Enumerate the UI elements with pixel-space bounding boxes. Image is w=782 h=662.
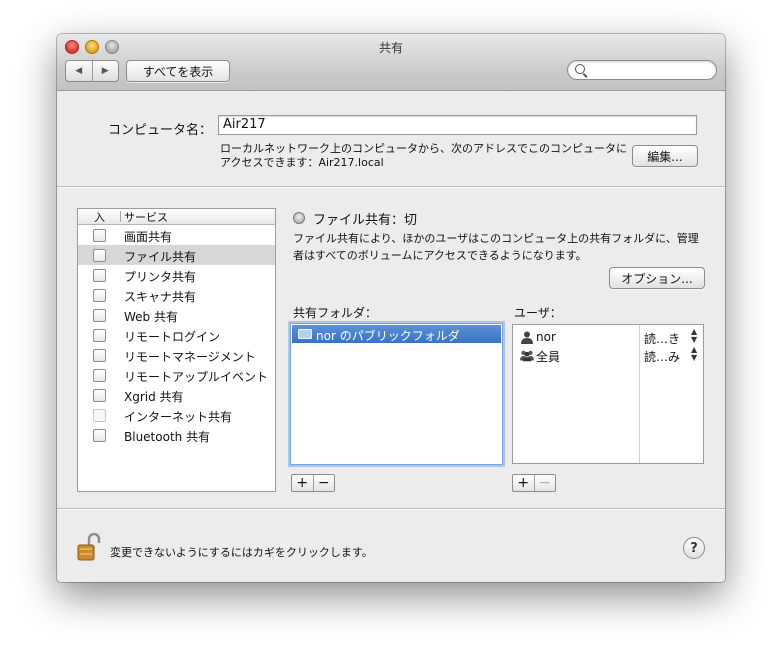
service-checkbox[interactable] [93, 349, 106, 362]
help-button[interactable]: ? [683, 537, 705, 559]
service-row-remote-apple-events[interactable]: リモートアップルイベント [78, 365, 275, 385]
column-separator [120, 211, 121, 222]
service-row-screen-sharing[interactable]: 画面共有 [78, 225, 275, 245]
service-row-xgrid-sharing[interactable]: Xgrid 共有 [78, 385, 275, 405]
service-checkbox[interactable] [93, 249, 106, 262]
service-checkbox[interactable] [93, 389, 106, 402]
person-icon [521, 331, 533, 344]
service-label: ファイル共有 [124, 250, 197, 264]
section-divider [57, 186, 725, 188]
description-line-2: 者はすべてのボリュームにアクセスできるようになります。 [293, 249, 587, 262]
forward-arrow-icon: ▶ [101, 66, 109, 76]
service-row-remote-management[interactable]: リモートマネージメント [78, 345, 275, 365]
services-list: 入 サービス 画面共有 ファイル共有 プリンタ共有 スキャナ共有 Web 共有 … [77, 208, 276, 492]
column-header-on[interactable]: 入 [94, 209, 105, 225]
list-item[interactable]: nor のパブリックフォルダ [292, 325, 501, 343]
up-down-arrows-icon[interactable]: ▲ ▼ [691, 328, 697, 344]
shared-folders-label: 共有フォルダ： [293, 306, 378, 320]
permission-value[interactable]: 読…み [644, 348, 680, 365]
users-list[interactable]: nor 読…き ▲ ▼ 全員 読…み ▲ ▼ [512, 324, 704, 464]
service-label: リモートアップルイベント [124, 370, 269, 384]
sharing-window: 共有 ◀ ▶ すべてを表示 コンピュータ名： Air217 ローカルネットワーク… [57, 34, 725, 582]
file-sharing-description: ファイル共有により、ほかのユーザはこのコンピュータ上の共有フォルダに、管理 者は… [293, 230, 709, 264]
column-header-service[interactable]: サービス [124, 209, 168, 225]
service-label: インターネット共有 [124, 410, 233, 424]
service-label: 画面共有 [124, 230, 173, 244]
service-checkbox[interactable] [93, 229, 106, 242]
service-row-scanner-sharing[interactable]: スキャナ共有 [78, 285, 275, 305]
folder-name: nor のパブリックフォルダ [316, 329, 460, 343]
service-label: Web 共有 [124, 310, 178, 324]
up-down-arrows-icon[interactable]: ▲ ▼ [691, 346, 697, 362]
show-all-button[interactable]: すべてを表示 [126, 60, 230, 82]
service-row-internet-sharing[interactable]: インターネット共有 [78, 405, 275, 425]
table-row[interactable]: 全員 読…み ▲ ▼ [513, 346, 703, 364]
service-label: Bluetooth 共有 [124, 430, 211, 444]
services-list-header: 入 サービス [78, 209, 275, 225]
shared-folders-list[interactable]: nor のパブリックフォルダ [290, 323, 503, 465]
service-label: プリンタ共有 [124, 270, 197, 284]
service-checkbox[interactable] [93, 309, 106, 322]
service-checkbox[interactable] [93, 269, 106, 282]
service-label: リモートマネージメント [124, 350, 256, 364]
title-bar: 共有 ◀ ▶ すべてを表示 [57, 34, 725, 91]
forward-button[interactable]: ▶ [91, 61, 119, 81]
service-row-printer-sharing[interactable]: プリンタ共有 [78, 265, 275, 285]
service-checkbox[interactable] [93, 369, 106, 382]
user-name: 全員 [536, 350, 561, 364]
search-field[interactable] [567, 60, 717, 80]
description-line-1: ファイル共有により、ほかのユーザはこのコンピュータ上の共有フォルダに、管理 [293, 232, 699, 245]
user-name: nor [536, 330, 556, 344]
group-icon [520, 350, 534, 362]
remove-folder-button[interactable]: − [312, 475, 335, 491]
options-button[interactable]: オプション... [609, 267, 705, 289]
back-button[interactable]: ◀ [66, 61, 92, 81]
service-label: リモートログイン [124, 330, 221, 344]
service-checkbox[interactable] [93, 289, 106, 302]
lock-message: 変更できないようにするにはカギをクリックします。 [110, 546, 373, 559]
service-checkbox[interactable] [93, 429, 106, 442]
window-title: 共有 [378, 41, 403, 55]
add-folder-button[interactable]: + [292, 475, 313, 491]
file-sharing-status: ファイル共有：切 [313, 213, 418, 228]
help-icon: ? [690, 540, 698, 556]
service-label: Xgrid 共有 [124, 390, 184, 404]
remove-user-button: − [533, 475, 556, 491]
service-row-remote-login[interactable]: リモートログイン [78, 325, 275, 345]
search-icon [575, 64, 585, 74]
service-row-file-sharing[interactable]: ファイル共有 [78, 245, 275, 265]
back-arrow-icon: ◀ [75, 66, 83, 76]
computer-name-field[interactable]: Air217 [218, 115, 697, 135]
lock-icon[interactable] [77, 533, 101, 561]
back-forward-control: ◀ ▶ [65, 60, 119, 82]
shared-folders-add-remove: + − [291, 474, 335, 492]
service-label: スキャナ共有 [124, 290, 197, 304]
add-user-button[interactable]: + [513, 475, 534, 491]
service-checkbox [93, 409, 106, 422]
edit-button[interactable]: 編集... [632, 145, 698, 167]
footer-divider [57, 508, 725, 510]
users-label: ユーザ： [514, 306, 562, 320]
address-line-2: アクセスできます：Air217.local [220, 156, 384, 169]
status-indicator-icon [293, 212, 305, 224]
service-row-web-sharing[interactable]: Web 共有 [78, 305, 275, 325]
permission-value[interactable]: 読…き [644, 330, 680, 347]
service-row-bluetooth-sharing[interactable]: Bluetooth 共有 [78, 425, 275, 445]
computer-name-label: コンピュータ名： [108, 123, 213, 138]
table-row[interactable]: nor 読…き ▲ ▼ [513, 328, 703, 346]
folder-icon [298, 329, 312, 339]
users-add-remove: + − [512, 474, 556, 492]
service-checkbox[interactable] [93, 329, 106, 342]
